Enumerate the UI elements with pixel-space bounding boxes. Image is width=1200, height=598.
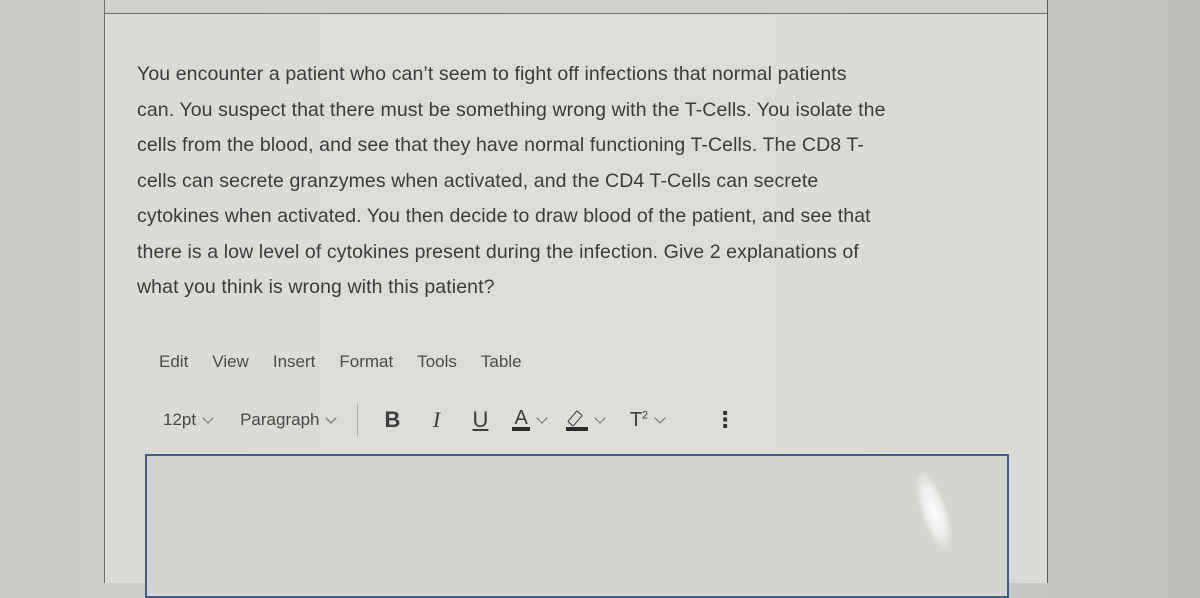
menu-format[interactable]: Format (339, 352, 393, 376)
question-line: cells can secrete granzymes when activat… (137, 169, 819, 192)
text-color-button[interactable]: A (512, 407, 548, 431)
italic-button[interactable]: I (424, 407, 448, 433)
panel-top-border (105, 0, 1047, 14)
toolbar-divider (357, 404, 359, 436)
chevron-down-icon (654, 411, 666, 424)
text-color-icon: A (512, 407, 530, 431)
question-line: cytokines when activated. You then decid… (137, 205, 871, 227)
question-line: what you think is wrong with this patien… (137, 276, 495, 298)
superscript-button[interactable]: T2 (629, 408, 666, 432)
question-line: there is a low level of cytokines presen… (137, 240, 859, 263)
more-options-icon[interactable]: ⋮ (714, 409, 736, 431)
chevron-down-icon (202, 411, 214, 424)
highlighter-icon (565, 409, 588, 431)
menu-view[interactable]: View (212, 352, 249, 376)
bold-button[interactable]: B (380, 407, 404, 433)
chevron-down-icon (325, 411, 338, 424)
answer-editor[interactable] (145, 454, 1009, 598)
editor-toolbar: 12pt Paragraph B I U A T2 ⋮ (163, 404, 736, 436)
font-size-dropdown[interactable]: 12pt (163, 410, 214, 430)
highlight-color-button[interactable] (565, 409, 606, 431)
editor-menubar: Edit View Insert Format Tools Table (159, 352, 546, 376)
question-line: cells from the blood, and see that they … (137, 134, 864, 156)
menu-insert[interactable]: Insert (273, 352, 316, 376)
chevron-down-icon (536, 411, 548, 424)
question-panel: You encounter a patient who can’t seem t… (104, 0, 1048, 598)
screen-glare (909, 468, 959, 554)
block-format-value: Paragraph (240, 410, 320, 429)
superscript-icon: T2 (629, 408, 649, 431)
chevron-down-icon (594, 411, 606, 424)
menu-tools[interactable]: Tools (417, 352, 457, 376)
menu-edit[interactable]: Edit (159, 352, 188, 376)
question-line: can. You suspect that there must be some… (137, 98, 886, 121)
question-text: You encounter a patient who can’t seem t… (137, 57, 1027, 306)
question-line: You encounter a patient who can’t seem t… (137, 63, 847, 85)
font-size-value: 12pt (163, 410, 197, 429)
menu-table[interactable]: Table (481, 352, 522, 376)
underline-button[interactable]: U (468, 407, 492, 433)
block-format-dropdown[interactable]: Paragraph (240, 410, 338, 430)
